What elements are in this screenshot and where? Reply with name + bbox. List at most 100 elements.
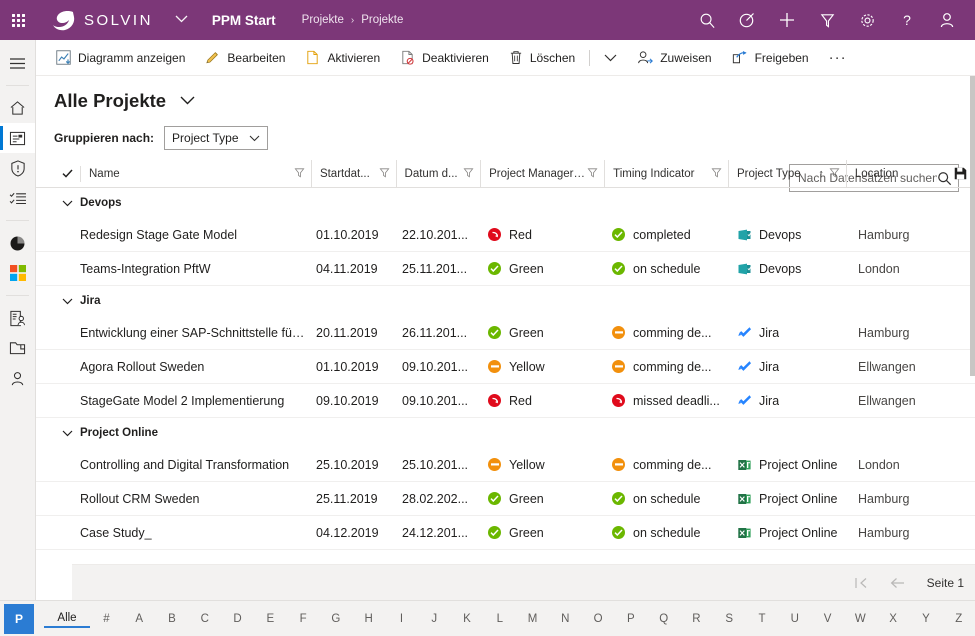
filter-icon[interactable]: [587, 167, 598, 181]
chevron-down-icon[interactable]: [175, 14, 188, 26]
alpha-filter-v[interactable]: V: [811, 611, 844, 627]
group-row[interactable]: Devops: [36, 188, 975, 218]
alpha-filter-h[interactable]: H: [352, 611, 385, 627]
column-header-project-manager-indicator[interactable]: Project Manager I...: [480, 159, 604, 188]
table-row[interactable]: Case Study_ 04.12.2019 24.12.201... Green on…: [36, 516, 975, 550]
alpha-filter-alle[interactable]: Alle: [44, 610, 90, 628]
group-by-select[interactable]: Project Type: [164, 126, 268, 150]
table-row[interactable]: Agora Rollout Sweden 01.10.2019 09.10.201.…: [36, 350, 975, 384]
alpha-filter-q[interactable]: Q: [647, 611, 680, 627]
alpha-filter-d[interactable]: D: [221, 611, 254, 627]
alpha-filter-f[interactable]: F: [287, 611, 320, 627]
alpha-filter-y[interactable]: Y: [910, 611, 943, 627]
column-header-name[interactable]: Name: [54, 160, 311, 188]
cell-name[interactable]: Agora Rollout Sweden: [54, 360, 316, 374]
alpha-filter-n[interactable]: N: [549, 611, 582, 627]
column-header-project-type[interactable]: Project Type ↑: [727, 159, 846, 188]
sidebar-item-reports[interactable]: [0, 228, 35, 258]
alpha-filter-s[interactable]: S: [713, 611, 746, 627]
first-page-button[interactable]: [854, 577, 868, 589]
sidebar-item-contacts[interactable]: [0, 363, 35, 393]
alpha-filter-w[interactable]: W: [844, 611, 877, 627]
alpha-filter-t[interactable]: T: [746, 611, 779, 627]
column-header-timing-indicator[interactable]: Timing Indicator: [604, 159, 728, 188]
sidebar-item-tasks[interactable]: [0, 183, 35, 213]
sidebar-item-home[interactable]: [0, 93, 35, 123]
alpha-filter-l[interactable]: L: [483, 611, 516, 627]
alpha-filter-e[interactable]: E: [254, 611, 287, 627]
user-icon[interactable]: [927, 0, 967, 40]
activate-button[interactable]: Aktivieren: [295, 40, 390, 76]
sort-ascending-icon[interactable]: ↑: [818, 168, 829, 180]
sidebar-item-risks[interactable]: [0, 153, 35, 183]
share-button[interactable]: Freigeben: [722, 40, 819, 76]
alpha-filter-j[interactable]: J: [418, 611, 451, 627]
alpha-filter-c[interactable]: C: [188, 611, 221, 627]
overflow-menu-button[interactable]: ···: [819, 50, 857, 65]
cell-name[interactable]: Rollout CRM Sweden: [54, 492, 316, 506]
sidebar-item-apps[interactable]: [0, 258, 35, 288]
table-row[interactable]: Teams-Integration PftW 04.11.2019 25.11.20…: [36, 252, 975, 286]
sidebar-item-documents[interactable]: [0, 333, 35, 363]
cell-name[interactable]: Redesign Stage Gate Model: [54, 228, 316, 242]
sidebar-item-projects[interactable]: [0, 123, 35, 153]
brand-area[interactable]: SOLVIN PPM Start Projekte › Projekte: [52, 8, 403, 32]
filter-icon[interactable]: [294, 167, 305, 181]
more-commands-chevron[interactable]: [594, 40, 627, 76]
user-initial-badge[interactable]: P: [4, 603, 34, 634]
cell-name[interactable]: Entwicklung einer SAP-Schnittstelle für …: [54, 326, 316, 340]
target-icon[interactable]: [727, 0, 767, 40]
filter-icon[interactable]: [829, 167, 840, 181]
cell-name[interactable]: Teams-Integration PftW: [54, 262, 316, 276]
plus-icon[interactable]: [767, 0, 807, 40]
alpha-filter-a[interactable]: A: [123, 611, 156, 627]
hamburger-menu-icon[interactable]: [0, 48, 35, 78]
gear-icon[interactable]: [847, 0, 887, 40]
sidebar-item-resources[interactable]: [0, 303, 35, 333]
alpha-filter-x[interactable]: X: [877, 611, 910, 627]
app-launcher-icon[interactable]: [0, 13, 36, 27]
table-row[interactable]: Rollout CRM Sweden 25.11.2019 28.02.202...…: [36, 482, 975, 516]
alpha-filter-u[interactable]: U: [778, 611, 811, 627]
alpha-filter-g[interactable]: G: [319, 611, 352, 627]
filter-icon[interactable]: [379, 167, 390, 181]
delete-button[interactable]: Löschen: [499, 40, 585, 76]
breadcrumb-item-1[interactable]: Projekte: [361, 14, 403, 26]
table-row[interactable]: Entwicklung einer SAP-Schnittstelle für …: [36, 316, 975, 350]
help-icon[interactable]: ?: [887, 0, 927, 40]
search-icon[interactable]: [687, 0, 727, 40]
select-all-checkbox[interactable]: [54, 169, 80, 178]
column-header-startdate[interactable]: Startdat...: [310, 159, 396, 188]
group-collapse-chevron-icon[interactable]: [54, 200, 80, 207]
group-collapse-chevron-icon[interactable]: [54, 430, 80, 437]
alpha-filter-k[interactable]: K: [451, 611, 484, 627]
table-row[interactable]: Redesign Stage Gate Model 01.10.2019 22.10…: [36, 218, 975, 252]
vertical-scrollbar[interactable]: [970, 76, 975, 600]
column-header-location[interactable]: Location: [845, 159, 954, 188]
breadcrumb-item-0[interactable]: Projekte: [302, 14, 344, 26]
table-row[interactable]: Controlling and Digital Transformation 25…: [36, 448, 975, 482]
group-row[interactable]: Jira: [36, 286, 975, 316]
filter-icon[interactable]: [463, 167, 474, 181]
alpha-filter-r[interactable]: R: [680, 611, 713, 627]
group-collapse-chevron-icon[interactable]: [54, 298, 80, 305]
show-chart-button[interactable]: Diagramm anzeigen: [46, 40, 195, 76]
alpha-filter-o[interactable]: O: [582, 611, 615, 627]
cell-name[interactable]: Case Study_: [54, 526, 316, 540]
cell-name[interactable]: StageGate Model 2 Implementierung: [54, 394, 316, 408]
group-row[interactable]: Project Online: [36, 418, 975, 448]
alpha-filter-p[interactable]: P: [615, 611, 648, 627]
table-row[interactable]: StageGate Model 2 Implementierung 09.10.2…: [36, 384, 975, 418]
deactivate-button[interactable]: Deaktivieren: [390, 40, 499, 76]
alpha-filter-z[interactable]: Z: [942, 611, 975, 627]
alpha-filter-#[interactable]: #: [90, 611, 123, 627]
previous-page-button[interactable]: [890, 577, 905, 589]
view-selector-chevron-down-icon[interactable]: [180, 92, 195, 110]
assign-button[interactable]: Zuweisen: [627, 40, 721, 76]
alpha-filter-i[interactable]: I: [385, 611, 418, 627]
alpha-filter-b[interactable]: B: [156, 611, 189, 627]
filter-icon[interactable]: [807, 0, 847, 40]
cell-name[interactable]: Controlling and Digital Transformation: [54, 458, 316, 472]
filter-icon[interactable]: [711, 167, 722, 181]
column-header-enddate[interactable]: Datum d...: [395, 159, 481, 188]
